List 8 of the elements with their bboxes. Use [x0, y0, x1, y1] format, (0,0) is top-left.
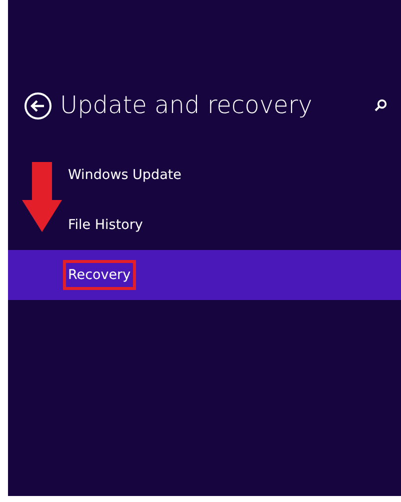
- page-title: Update and recovery: [60, 91, 312, 120]
- arrow-annotation: [22, 162, 62, 232]
- menu-item[interactable]: Windows Update: [8, 150, 401, 200]
- back-icon[interactable]: [24, 92, 52, 120]
- search-icon[interactable]: [374, 99, 387, 112]
- highlight-box: Recovery: [63, 260, 136, 290]
- menu-item[interactable]: File History: [8, 200, 401, 250]
- menu-item[interactable]: Recovery: [8, 250, 401, 300]
